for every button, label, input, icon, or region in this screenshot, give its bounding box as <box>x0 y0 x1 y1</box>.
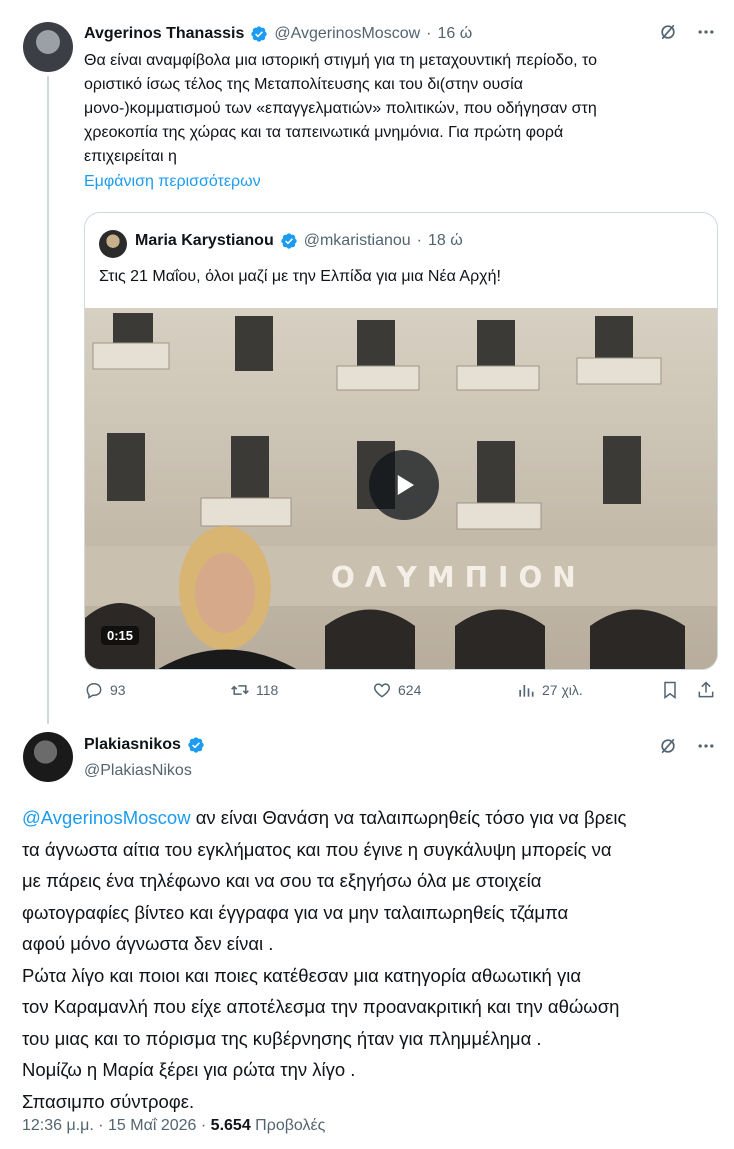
like-icon <box>373 683 391 698</box>
tweet-text-line: Νομίζω η Μαρία ξέρει για ρώτα την λίγο . <box>22 1059 356 1080</box>
verified-badge-icon <box>187 736 205 754</box>
grok-icon[interactable] <box>658 736 678 756</box>
separator-dot: · <box>416 232 422 249</box>
verified-badge-icon <box>280 232 298 250</box>
tweet1-text: Θα είναι αναμφίβολα μια ιστορική στιγμή … <box>84 49 714 169</box>
bookmark-button[interactable] <box>660 680 680 700</box>
quoted-tweet[interactable]: Maria Karystianou @mkaristianou · 18 ώ Σ… <box>84 212 718 670</box>
reply-count: 93 <box>110 682 126 698</box>
tweet-text-line: φωτογραφίες βίντεο και έγγραφα για να μη… <box>22 901 569 923</box>
author-handle[interactable]: @PlakiasNikos <box>84 762 192 780</box>
tweet2-header: Plakiasnikos <box>84 736 205 754</box>
tweet1-action-bar: 93 118 624 27 χιλ. <box>84 680 718 708</box>
mention-link[interactable]: @AvgerinosMoscow <box>22 807 191 828</box>
tweet-text-line: του μιας και το πόρισμα της κυβέρνησης ή… <box>22 1027 542 1049</box>
quote-author-handle[interactable]: @mkaristianou <box>304 232 411 250</box>
share-icon <box>698 681 714 698</box>
tweet2-header-icons <box>658 736 716 756</box>
views-count: 5.654 <box>210 1117 251 1134</box>
repost-icon <box>231 685 249 695</box>
video-player[interactable]: ΟΛΥΜΠΙΟΝ 0:15 <box>85 308 717 669</box>
reply-button[interactable]: 93 <box>84 680 126 700</box>
tweet-text-fragment: αν είναι Θανάση να ταλαιπωρηθείς τόσο γι… <box>190 807 627 828</box>
repost-button[interactable]: 118 <box>230 680 278 700</box>
tweet-text-line: μονο-)κομματισμού των «επαγγελματιών» πο… <box>84 100 597 117</box>
views-label: Προβολές <box>250 1117 326 1134</box>
share-button[interactable] <box>696 680 716 700</box>
tweet-text-line: επιχειρείται η <box>84 148 177 165</box>
avatar[interactable] <box>23 22 73 72</box>
show-more-link[interactable]: Εμφάνιση περισσότερων <box>84 173 261 191</box>
thread-connector-line <box>47 76 49 724</box>
author-name[interactable]: Plakiasnikos <box>84 736 181 754</box>
tweet1-header: Avgerinos Thanassis @AvgerinosMoscow · 1… <box>84 22 472 46</box>
bookmark-icon <box>664 681 676 699</box>
repost-count: 118 <box>256 682 279 698</box>
tweet-text-line: @AvgerinosMoscow αν είναι Θανάση να ταλα… <box>22 802 722 834</box>
grok-icon[interactable] <box>658 22 678 42</box>
tweet-text-line: Σπασιμπο σύντροφε. <box>22 1090 195 1112</box>
avatar[interactable] <box>99 230 127 258</box>
reply-icon <box>86 682 102 699</box>
tweet-text-line: Θα είναι αναμφίβολα μια ιστορική στιγμή … <box>84 52 598 69</box>
quote-header: Maria Karystianou @mkaristianou · 18 ώ <box>135 232 463 250</box>
avatar[interactable] <box>23 732 73 782</box>
tweet-text-line: τα άγνωστα αίτια του εγκλήματος και που … <box>22 838 612 860</box>
tweet-time[interactable]: 16 ώ <box>437 25 472 43</box>
quote-author-name[interactable]: Maria Karystianou <box>135 232 274 250</box>
author-name[interactable]: Avgerinos Thanassis <box>84 25 244 43</box>
more-icon[interactable] <box>696 736 716 756</box>
views-button[interactable]: 27 χιλ. <box>516 680 583 700</box>
views-count: 27 χιλ. <box>542 682 583 698</box>
quote-text: Στις 21 Μαΐου, όλοι μαζί με την Ελπίδα γ… <box>99 268 501 285</box>
tweet2-text: @AvgerinosMoscow αν είναι Θανάση να ταλα… <box>22 802 722 1117</box>
more-icon[interactable] <box>696 22 716 42</box>
tweet-text-line: τον Καραμανλή που είχε αποτέλεσμα την πρ… <box>22 996 620 1017</box>
tweet-timestamp[interactable]: 12:36 μ.μ. · 15 Μαΐ 2026 · <box>22 1117 211 1134</box>
views-icon <box>519 685 534 697</box>
tweet-text-line: αφού μόνο άγνωστα δεν είναι . <box>22 933 274 954</box>
tweet-text-line: Ρώτα λίγο και ποιοι και ποιες κατέθεσαν … <box>22 964 582 986</box>
tweet-meta: 12:36 μ.μ. · 15 Μαΐ 2026 · 5.654 Προβολέ… <box>22 1117 325 1135</box>
tweet1-header-icons <box>658 22 716 42</box>
tweet-text-line: χρεοκοπία της χώρας και τα ταπεινωτικά μ… <box>84 124 564 141</box>
building-sign-text: ΟΛΥΜΠΙΟΝ <box>331 561 586 594</box>
tweet-text-line: με πάρεις ένα τηλέφωνο και να σου τα εξη… <box>22 870 542 891</box>
like-button[interactable]: 624 <box>372 680 421 700</box>
verified-badge-icon <box>250 25 268 43</box>
video-duration: 0:15 <box>101 626 140 645</box>
like-count: 624 <box>398 682 422 698</box>
author-handle[interactable]: @AvgerinosMoscow <box>274 25 420 43</box>
separator-dot: · <box>426 25 432 42</box>
play-icon[interactable] <box>369 450 439 520</box>
tweet-text-line: οριστικό ίσως τέλος της Μεταπολίτευσης κ… <box>84 76 523 93</box>
quote-time[interactable]: 18 ώ <box>428 232 463 250</box>
